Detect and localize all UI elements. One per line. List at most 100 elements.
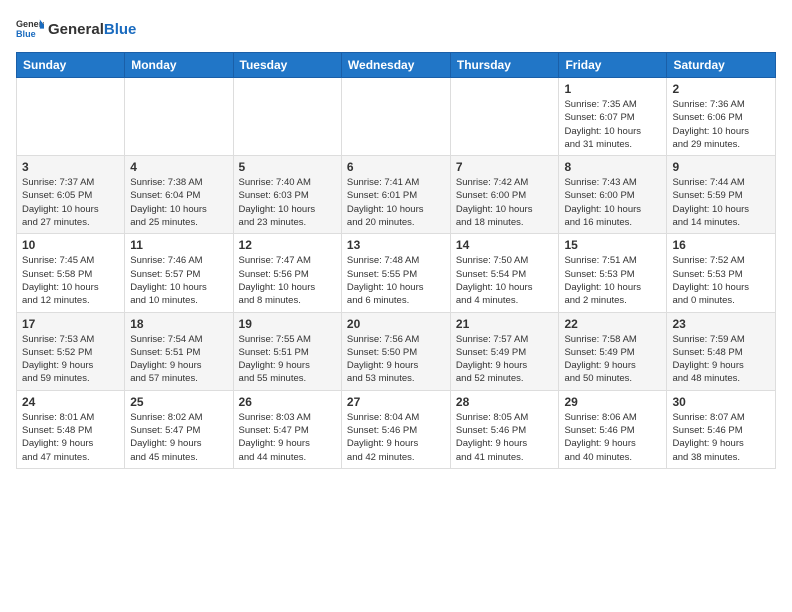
calendar-cell: 7 Sunrise: 7:42 AM Sunset: 6:00 PM Daylig… xyxy=(450,156,559,234)
day-info: Sunrise: 8:05 AM Sunset: 5:46 PM Dayligh… xyxy=(456,411,554,464)
calendar-cell: 16 Sunrise: 7:52 AM Sunset: 5:53 PM Dayli… xyxy=(667,234,776,312)
calendar-cell xyxy=(233,78,341,156)
day-info: Sunrise: 7:57 AM Sunset: 5:49 PM Dayligh… xyxy=(456,333,554,386)
day-info: Sunrise: 8:01 AM Sunset: 5:48 PM Dayligh… xyxy=(22,411,119,464)
svg-text:Blue: Blue xyxy=(16,29,36,39)
calendar-cell: 23 Sunrise: 7:59 AM Sunset: 5:48 PM Dayli… xyxy=(667,312,776,390)
day-number: 22 xyxy=(564,317,661,331)
day-info: Sunrise: 7:56 AM Sunset: 5:50 PM Dayligh… xyxy=(347,333,445,386)
calendar-cell: 4 Sunrise: 7:38 AM Sunset: 6:04 PM Daylig… xyxy=(125,156,233,234)
week-row-2: 3 Sunrise: 7:37 AM Sunset: 6:05 PM Daylig… xyxy=(17,156,776,234)
day-number: 8 xyxy=(564,160,661,174)
calendar-cell: 28 Sunrise: 8:05 AM Sunset: 5:46 PM Dayli… xyxy=(450,390,559,468)
day-number: 9 xyxy=(672,160,770,174)
day-number: 11 xyxy=(130,238,227,252)
day-info: Sunrise: 7:59 AM Sunset: 5:48 PM Dayligh… xyxy=(672,333,770,386)
page-header: General Blue GeneralBlue xyxy=(16,16,776,44)
day-info: Sunrise: 7:52 AM Sunset: 5:53 PM Dayligh… xyxy=(672,254,770,307)
calendar-table: SundayMondayTuesdayWednesdayThursdayFrid… xyxy=(16,52,776,469)
calendar-cell: 13Sunrise: 7:48 AM Sunset: 5:55 PM Dayli… xyxy=(341,234,450,312)
day-info: Sunrise: 8:03 AM Sunset: 5:47 PM Dayligh… xyxy=(239,411,336,464)
calendar-cell: 30 Sunrise: 8:07 AM Sunset: 5:46 PM Dayli… xyxy=(667,390,776,468)
day-info: Sunrise: 7:42 AM Sunset: 6:00 PM Dayligh… xyxy=(456,176,554,229)
day-info: Sunrise: 8:04 AM Sunset: 5:46 PM Dayligh… xyxy=(347,411,445,464)
day-info: Sunrise: 7:38 AM Sunset: 6:04 PM Dayligh… xyxy=(130,176,227,229)
calendar-cell: 1Sunrise: 7:35 AM Sunset: 6:07 PM Daylig… xyxy=(559,78,667,156)
day-number: 7 xyxy=(456,160,554,174)
calendar-cell xyxy=(450,78,559,156)
day-number: 23 xyxy=(672,317,770,331)
calendar-cell: 24 Sunrise: 8:01 AM Sunset: 5:48 PM Dayli… xyxy=(17,390,125,468)
day-info: Sunrise: 7:54 AM Sunset: 5:51 PM Dayligh… xyxy=(130,333,227,386)
weekday-header-thursday: Thursday xyxy=(450,53,559,78)
calendar-cell: 15 Sunrise: 7:51 AM Sunset: 5:53 PM Dayli… xyxy=(559,234,667,312)
weekday-header-tuesday: Tuesday xyxy=(233,53,341,78)
calendar-cell: 6 Sunrise: 7:41 AM Sunset: 6:01 PM Daylig… xyxy=(341,156,450,234)
weekday-header-row: SundayMondayTuesdayWednesdayThursdayFrid… xyxy=(17,53,776,78)
weekday-header-sunday: Sunday xyxy=(17,53,125,78)
calendar-cell: 12Sunrise: 7:47 AM Sunset: 5:56 PM Dayli… xyxy=(233,234,341,312)
day-number: 29 xyxy=(564,395,661,409)
day-number: 30 xyxy=(672,395,770,409)
day-number: 27 xyxy=(347,395,445,409)
day-info: Sunrise: 7:50 AM Sunset: 5:54 PM Dayligh… xyxy=(456,254,554,307)
day-number: 20 xyxy=(347,317,445,331)
day-info: Sunrise: 7:45 AM Sunset: 5:58 PM Dayligh… xyxy=(22,254,119,307)
day-number: 16 xyxy=(672,238,770,252)
day-number: 1 xyxy=(564,82,661,96)
day-number: 21 xyxy=(456,317,554,331)
logo-general: General xyxy=(48,21,104,38)
day-number: 4 xyxy=(130,160,227,174)
calendar-cell xyxy=(341,78,450,156)
day-info: Sunrise: 8:02 AM Sunset: 5:47 PM Dayligh… xyxy=(130,411,227,464)
day-info: Sunrise: 7:41 AM Sunset: 6:01 PM Dayligh… xyxy=(347,176,445,229)
day-number: 14 xyxy=(456,238,554,252)
day-number: 17 xyxy=(22,317,119,331)
day-info: Sunrise: 7:55 AM Sunset: 5:51 PM Dayligh… xyxy=(239,333,336,386)
calendar-cell: 18Sunrise: 7:54 AM Sunset: 5:51 PM Dayli… xyxy=(125,312,233,390)
day-number: 25 xyxy=(130,395,227,409)
day-info: Sunrise: 7:46 AM Sunset: 5:57 PM Dayligh… xyxy=(130,254,227,307)
day-info: Sunrise: 7:36 AM Sunset: 6:06 PM Dayligh… xyxy=(672,98,770,151)
weekday-header-wednesday: Wednesday xyxy=(341,53,450,78)
calendar-cell: 10Sunrise: 7:45 AM Sunset: 5:58 PM Dayli… xyxy=(17,234,125,312)
weekday-header-friday: Friday xyxy=(559,53,667,78)
calendar-cell: 14 Sunrise: 7:50 AM Sunset: 5:54 PM Dayli… xyxy=(450,234,559,312)
calendar-cell: 21 Sunrise: 7:57 AM Sunset: 5:49 PM Dayli… xyxy=(450,312,559,390)
day-number: 6 xyxy=(347,160,445,174)
logo-blue: Blue xyxy=(104,21,137,38)
weekday-header-saturday: Saturday xyxy=(667,53,776,78)
day-number: 3 xyxy=(22,160,119,174)
day-number: 24 xyxy=(22,395,119,409)
calendar-cell: 17 Sunrise: 7:53 AM Sunset: 5:52 PM Dayli… xyxy=(17,312,125,390)
calendar-cell xyxy=(125,78,233,156)
day-info: Sunrise: 7:51 AM Sunset: 5:53 PM Dayligh… xyxy=(564,254,661,307)
day-number: 2 xyxy=(672,82,770,96)
week-row-4: 17 Sunrise: 7:53 AM Sunset: 5:52 PM Dayli… xyxy=(17,312,776,390)
calendar-cell xyxy=(17,78,125,156)
calendar-cell: 19 Sunrise: 7:55 AM Sunset: 5:51 PM Dayli… xyxy=(233,312,341,390)
day-number: 15 xyxy=(564,238,661,252)
day-info: Sunrise: 7:53 AM Sunset: 5:52 PM Dayligh… xyxy=(22,333,119,386)
weekday-header-monday: Monday xyxy=(125,53,233,78)
calendar-cell: 2 Sunrise: 7:36 AM Sunset: 6:06 PM Daylig… xyxy=(667,78,776,156)
day-number: 28 xyxy=(456,395,554,409)
week-row-3: 10Sunrise: 7:45 AM Sunset: 5:58 PM Dayli… xyxy=(17,234,776,312)
day-number: 19 xyxy=(239,317,336,331)
day-number: 12 xyxy=(239,238,336,252)
calendar-cell: 22Sunrise: 7:58 AM Sunset: 5:49 PM Dayli… xyxy=(559,312,667,390)
calendar-cell: 11 Sunrise: 7:46 AM Sunset: 5:57 PM Dayli… xyxy=(125,234,233,312)
day-number: 26 xyxy=(239,395,336,409)
calendar-cell: 26 Sunrise: 8:03 AM Sunset: 5:47 PM Dayli… xyxy=(233,390,341,468)
calendar-cell: 27 Sunrise: 8:04 AM Sunset: 5:46 PM Dayli… xyxy=(341,390,450,468)
day-info: Sunrise: 7:37 AM Sunset: 6:05 PM Dayligh… xyxy=(22,176,119,229)
day-info: Sunrise: 8:06 AM Sunset: 5:46 PM Dayligh… xyxy=(564,411,661,464)
calendar-cell: 20 Sunrise: 7:56 AM Sunset: 5:50 PM Dayli… xyxy=(341,312,450,390)
calendar-cell: 25 Sunrise: 8:02 AM Sunset: 5:47 PM Dayli… xyxy=(125,390,233,468)
day-info: Sunrise: 8:07 AM Sunset: 5:46 PM Dayligh… xyxy=(672,411,770,464)
day-info: Sunrise: 7:43 AM Sunset: 6:00 PM Dayligh… xyxy=(564,176,661,229)
calendar-cell: 5Sunrise: 7:40 AM Sunset: 6:03 PM Daylig… xyxy=(233,156,341,234)
day-info: Sunrise: 7:40 AM Sunset: 6:03 PM Dayligh… xyxy=(239,176,336,229)
day-number: 13 xyxy=(347,238,445,252)
logo: General Blue GeneralBlue xyxy=(16,16,136,44)
